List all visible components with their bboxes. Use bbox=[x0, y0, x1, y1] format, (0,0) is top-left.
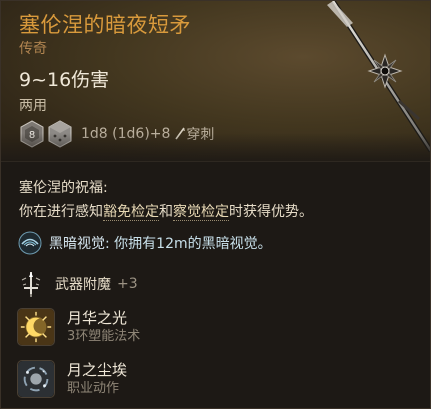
spell-name: 月华之光 bbox=[67, 309, 128, 327]
darkvision-passive[interactable]: 黑暗视觉: 你拥有12m的黑暗视觉。 bbox=[17, 230, 272, 256]
blessing-description: 你在进行感知豁免检定和察觉检定时获得优势。 bbox=[19, 201, 313, 221]
damage-dice-row: 8 1d8 (1d6)+8 穿刺 bbox=[19, 119, 218, 149]
blessing-desc-prefix: 你在进行感知 bbox=[19, 204, 103, 220]
damage-formula: 1d8 (1d6)+8 bbox=[81, 126, 171, 142]
blessing-desc-suffix: 时获得优势。 bbox=[229, 204, 313, 220]
item-rarity: 传奇 bbox=[19, 41, 47, 57]
moonbeam-icon bbox=[17, 308, 55, 346]
spell-type: 3环塑能法术 bbox=[67, 329, 141, 344]
spell-type: 职业动作 bbox=[67, 381, 120, 396]
damage-formula-group: 1d8 (1d6)+8 穿刺 bbox=[81, 124, 218, 144]
darkvision-label: 黑暗视觉: 你拥有12m的黑暗视觉。 bbox=[49, 233, 272, 253]
saving-throw-link[interactable]: 豁免检定 bbox=[103, 204, 159, 221]
enchant-sword-icon bbox=[21, 272, 41, 297]
weapon-enchantment[interactable]: 武器附魔 +3 bbox=[17, 269, 138, 299]
perception-check-link[interactable]: 察觉检定 bbox=[173, 204, 229, 221]
blessing-title: 塞伦涅的祝福: bbox=[19, 180, 108, 196]
handedness-label: 两用 bbox=[19, 98, 47, 114]
d8-die-icon: 8 bbox=[20, 120, 44, 148]
darkvision-desc: : 你拥有12m的黑暗视觉。 bbox=[105, 236, 272, 252]
tooltip-header: 塞伦涅的暗夜短矛 传奇 9~16伤害 两用 8 1d8 (1d6)+8 穿刺 bbox=[1, 1, 430, 161]
d6-die-icon bbox=[48, 120, 72, 148]
damage-range: 9~16伤害 bbox=[19, 69, 110, 91]
spell-item-moonbeam[interactable]: 月华之光 3环塑能法术 bbox=[17, 305, 140, 349]
shortspear-weapon-icon bbox=[327, 1, 430, 153]
section-divider bbox=[1, 161, 430, 162]
spell-item-lunar-dust[interactable]: 月之尘埃 职业动作 bbox=[17, 357, 127, 401]
piercing-icon bbox=[175, 127, 186, 140]
enchant-label: 武器附魔 bbox=[55, 277, 111, 293]
spell-name: 月之尘埃 bbox=[67, 361, 128, 379]
spell-text-lunar-dust: 月之尘埃 职业动作 bbox=[67, 360, 127, 398]
die-value: 8 bbox=[29, 130, 35, 141]
item-title: 塞伦涅的暗夜短矛 bbox=[19, 13, 191, 37]
spell-text-moonbeam: 月华之光 3环塑能法术 bbox=[67, 308, 140, 346]
item-tooltip: 塞伦涅的暗夜短矛 传奇 9~16伤害 两用 8 1d8 (1d6)+8 穿刺 塞… bbox=[0, 0, 431, 409]
blessing-desc-mid: 和 bbox=[159, 204, 173, 220]
damage-type: 穿刺 bbox=[186, 127, 215, 143]
enchant-bonus: +3 bbox=[117, 276, 138, 292]
lunar-dust-icon bbox=[17, 360, 55, 398]
darkvision-name: 黑暗视觉 bbox=[49, 236, 105, 252]
darkvision-eye-icon bbox=[18, 231, 42, 255]
